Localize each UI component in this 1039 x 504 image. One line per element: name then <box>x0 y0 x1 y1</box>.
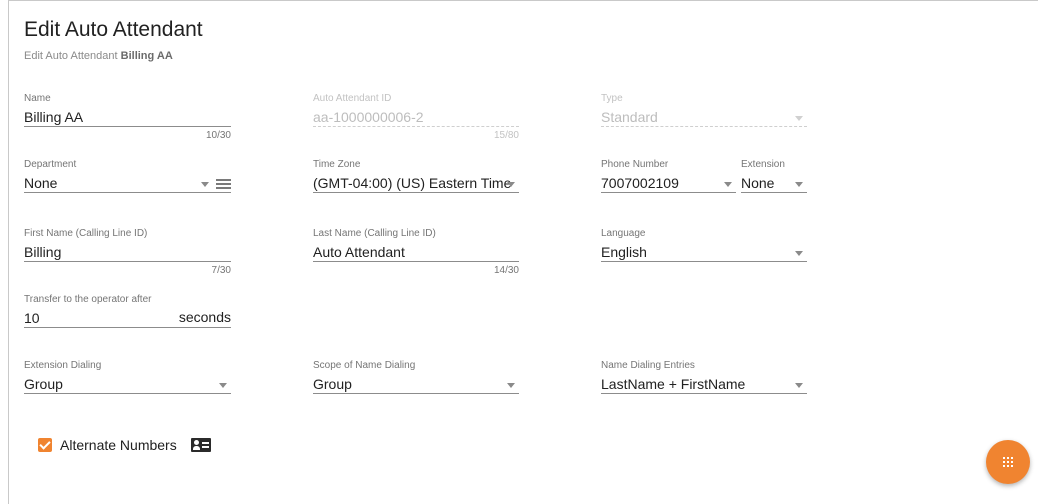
chevron-down-icon[interactable] <box>795 251 803 256</box>
aa-id-field: Auto Attendant ID aa-1000000006-2 15/80 <box>313 93 519 142</box>
name-dialing-entries-select[interactable]: Name Dialing Entries LastName + FirstNam… <box>601 360 807 394</box>
first-name-input[interactable]: Billing <box>24 243 231 261</box>
alternate-numbers-label[interactable]: Alternate Numbers <box>60 437 177 453</box>
aa-id-input: aa-1000000006-2 <box>313 109 424 125</box>
scope-name-dialing-select[interactable]: Scope of Name Dialing Group <box>313 360 519 394</box>
name-counter: 10/30 <box>205 130 231 141</box>
last-name-label: Last Name (Calling Line ID) <box>313 228 436 239</box>
type-value: Standard <box>601 109 658 125</box>
department-value[interactable]: None <box>24 174 231 192</box>
transfer-suffix: seconds <box>178 309 231 325</box>
aa-id-label: Auto Attendant ID <box>313 93 392 104</box>
type-select: Type Standard <box>601 93 807 127</box>
subtitle-prefix: Edit Auto Attendant <box>24 50 118 62</box>
chevron-down-icon[interactable] <box>795 383 803 388</box>
department-select[interactable]: Department None <box>24 159 231 193</box>
language-value[interactable]: English <box>601 243 807 261</box>
last-name-counter: 14/30 <box>493 265 519 276</box>
last-name-input[interactable]: Auto Attendant <box>313 243 519 261</box>
language-select[interactable]: Language English <box>601 228 807 262</box>
extension-label: Extension <box>741 159 785 170</box>
first-name-field[interactable]: First Name (Calling Line ID) Billing 7/3… <box>24 228 231 277</box>
phone-number-label: Phone Number <box>601 159 669 170</box>
aa-id-counter: 15/80 <box>493 130 519 141</box>
name-label: Name <box>24 93 51 104</box>
name-input[interactable]: Billing AA <box>24 108 231 126</box>
scope-name-dialing-value[interactable]: Group <box>313 375 519 393</box>
chevron-down-icon[interactable] <box>507 383 515 388</box>
extension-dialing-value[interactable]: Group <box>24 375 231 393</box>
time-zone-value[interactable]: (GMT-04:00) (US) Eastern Time <box>313 174 519 192</box>
first-name-counter: 7/30 <box>211 265 231 276</box>
chevron-down-icon <box>795 116 803 121</box>
chevron-down-icon[interactable] <box>795 182 803 187</box>
chevron-down-icon[interactable] <box>201 182 209 187</box>
first-name-label: First Name (Calling Line ID) <box>24 228 148 239</box>
time-zone-label: Time Zone <box>313 159 361 170</box>
last-name-field[interactable]: Last Name (Calling Line ID) Auto Attenda… <box>313 228 519 277</box>
extension-dialing-label: Extension Dialing <box>24 360 102 371</box>
chevron-down-icon[interactable] <box>219 383 227 388</box>
contact-card-icon[interactable] <box>190 438 211 452</box>
page-subtitle: Edit Auto Attendant Billing AA <box>24 50 173 62</box>
type-label: Type <box>601 93 623 104</box>
subtitle-aa-name: Billing AA <box>120 50 173 62</box>
chevron-down-icon[interactable] <box>507 182 515 187</box>
dialpad-fab-button[interactable] <box>986 440 1030 484</box>
dialpad-icon <box>1003 457 1013 467</box>
phone-number-value[interactable]: 7007002109 <box>601 174 736 192</box>
alternate-numbers-checkbox[interactable] <box>38 438 52 452</box>
time-zone-select[interactable]: Time Zone (GMT-04:00) (US) Eastern Time <box>313 159 519 193</box>
name-dialing-entries-label: Name Dialing Entries <box>601 360 695 371</box>
department-label: Department <box>24 159 77 170</box>
page-title: Edit Auto Attendant <box>24 18 203 41</box>
extension-dialing-select[interactable]: Extension Dialing Group <box>24 360 231 394</box>
transfer-label: Transfer to the operator after <box>24 294 152 305</box>
alternate-numbers-row: Alternate Numbers <box>38 436 211 454</box>
list-icon[interactable] <box>216 179 231 189</box>
name-field[interactable]: Name Billing AA 10/30 <box>24 93 231 142</box>
scope-name-dialing-label: Scope of Name Dialing <box>313 360 416 371</box>
transfer-seconds-field[interactable]: Transfer to the operator after 10 second… <box>24 294 231 328</box>
extension-select[interactable]: Extension None <box>741 159 807 193</box>
chevron-down-icon[interactable] <box>724 182 732 187</box>
language-label: Language <box>601 228 646 239</box>
name-dialing-entries-value[interactable]: LastName + FirstName <box>601 375 807 393</box>
phone-number-select[interactable]: Phone Number 7007002109 <box>601 159 736 193</box>
